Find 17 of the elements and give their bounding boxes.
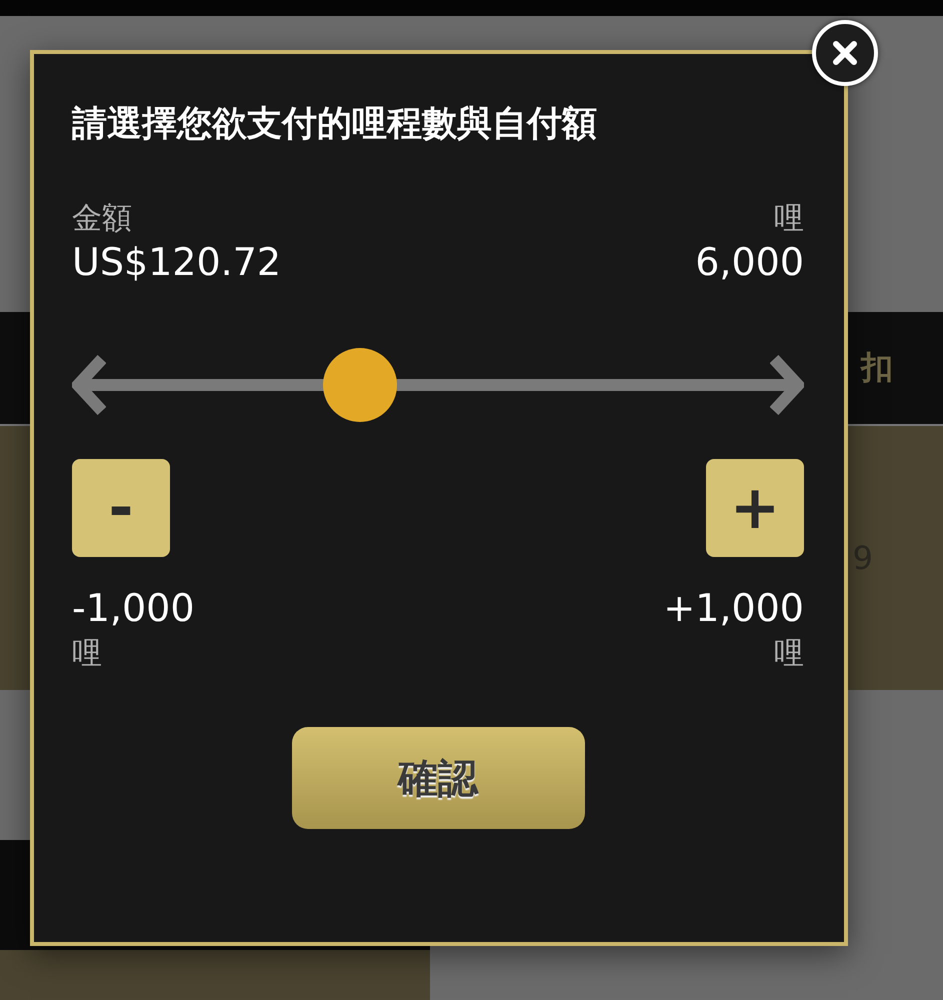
column-heading: 扣	[861, 347, 893, 388]
step-amount: +1,000	[663, 585, 804, 631]
close-icon	[831, 39, 859, 67]
dialog-title: 請選擇您欲支付的哩程數與自付額	[72, 103, 598, 146]
amount-value: US$120.72	[72, 239, 282, 285]
miles-label: 哩	[774, 200, 804, 238]
step-unit: 哩	[774, 635, 804, 673]
miles-value: 6,000	[695, 239, 804, 285]
step-amount: -1,000	[72, 585, 194, 631]
arrowhead-icon	[770, 355, 804, 415]
amount-label: 金額	[72, 200, 133, 238]
close-button[interactable]	[812, 20, 878, 86]
decrease-button[interactable]: -	[72, 459, 170, 557]
increase-button[interactable]: +	[706, 459, 804, 557]
step-unit: 哩	[72, 635, 103, 673]
arrowhead-icon	[72, 355, 106, 415]
confirm-button[interactable]: 確認	[292, 727, 584, 829]
